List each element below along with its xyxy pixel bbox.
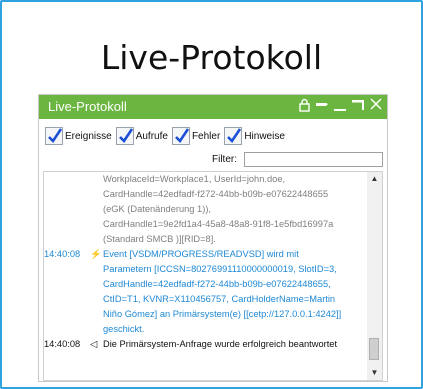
page-title: Live-Protokoll <box>100 38 323 77</box>
live-log-window: Live-Protokoll Ereignisse Aufrufe Fehler… <box>38 94 388 382</box>
log-line: Die Primärsystem-Anfrage wurde erfolgrei… <box>103 339 338 349</box>
log-line: CardHandle=42edfadf-f272-44bb-b09b-e0762… <box>103 189 329 199</box>
log-line: (Standard SMCB )][RID=8]. <box>103 234 216 244</box>
checkbox-fehler[interactable]: Fehler <box>171 127 221 145</box>
checkbox-fehler-label: Fehler <box>191 130 221 142</box>
log-line: WorkplaceId=Workplace1, UserId=john.doe, <box>103 174 286 184</box>
log-scrollbar[interactable]: ▲ ▼ <box>367 172 382 380</box>
checkbox-ereignisse-box[interactable] <box>45 127 63 145</box>
window-titlebar[interactable]: Live-Protokoll <box>39 95 387 119</box>
window-controls <box>297 98 383 114</box>
request-arrow-icon: ◁ <box>90 339 98 349</box>
checkbox-aufrufe-label: Aufrufe <box>135 130 168 142</box>
pin-icon[interactable] <box>315 98 329 114</box>
scroll-down-arrow-icon[interactable]: ▼ <box>367 366 382 380</box>
log-line: Parametern [ICCSN=80276991110000000019, … <box>103 264 337 274</box>
log-entry-request[interactable]: 14:40:08 ◁ Die Primärsystem-Anfrage wurd… <box>44 337 366 352</box>
lock-icon[interactable] <box>297 98 311 114</box>
log-content: WorkplaceId=Workplace1, UserId=john.doe,… <box>44 172 366 352</box>
checkbox-fehler-box[interactable] <box>171 127 190 145</box>
checkbox-ereignisse[interactable]: Ereignisse <box>45 127 112 145</box>
filter-checkboxes: Ereignisse Aufrufe Fehler Hinweise <box>45 125 285 147</box>
log-entry-event[interactable]: 14:40:08 ⚡ Event [VSDM/PROGRESS/READVSD]… <box>44 247 366 337</box>
slide-frame: Live-Protokoll Live-Protokoll Ereignisse… <box>0 0 423 389</box>
log-entry-continuation: WorkplaceId=Workplace1, UserId=john.doe,… <box>44 172 366 247</box>
checkbox-hinweise-label: Hinweise <box>244 130 285 142</box>
lightning-icon: ⚡ <box>90 249 102 259</box>
log-line: (eGK (Datenänderung 1)), <box>103 204 212 214</box>
window-title: Live-Protokoll <box>48 99 127 114</box>
scrollbar-thumb[interactable] <box>369 338 379 360</box>
minimize-icon[interactable] <box>333 98 347 114</box>
checkbox-ereignisse-label: Ereignisse <box>65 130 112 142</box>
scroll-up-arrow-icon[interactable]: ▲ <box>367 172 382 186</box>
log-timestamp: 14:40:08 <box>44 249 81 259</box>
log-line: Event [VSDM/PROGRESS/READVSD] wird mit <box>103 249 299 259</box>
filter-input[interactable] <box>244 152 383 167</box>
checkbox-aufrufe-box[interactable] <box>115 127 134 145</box>
log-line: CtID=T1, KVNR=X110456757, CardHolderName… <box>103 294 336 304</box>
log-line: CardHandle1=9e2fd1a4-45a8-48a8-91f8-1e5f… <box>103 219 334 229</box>
filter-row: Filter: <box>39 151 387 169</box>
log-line: CardHandle=42edfadf-f272-44bb-b09b-e0762… <box>103 279 331 289</box>
log-line: Niño Gómez] an Primärsystem(e) [[cetp://… <box>103 309 342 319</box>
checkbox-aufrufe[interactable]: Aufrufe <box>115 127 168 145</box>
checkbox-hinweise-box[interactable] <box>224 127 243 145</box>
log-timestamp: 14:40:08 <box>44 339 81 349</box>
checkbox-hinweise[interactable]: Hinweise <box>224 127 285 145</box>
log-list[interactable]: WorkplaceId=Workplace1, UserId=john.doe,… <box>43 171 383 381</box>
filter-label: Filter: <box>212 154 237 165</box>
log-line: geschickt. <box>103 324 145 334</box>
close-icon[interactable] <box>369 98 383 114</box>
maximize-icon[interactable] <box>351 98 365 114</box>
